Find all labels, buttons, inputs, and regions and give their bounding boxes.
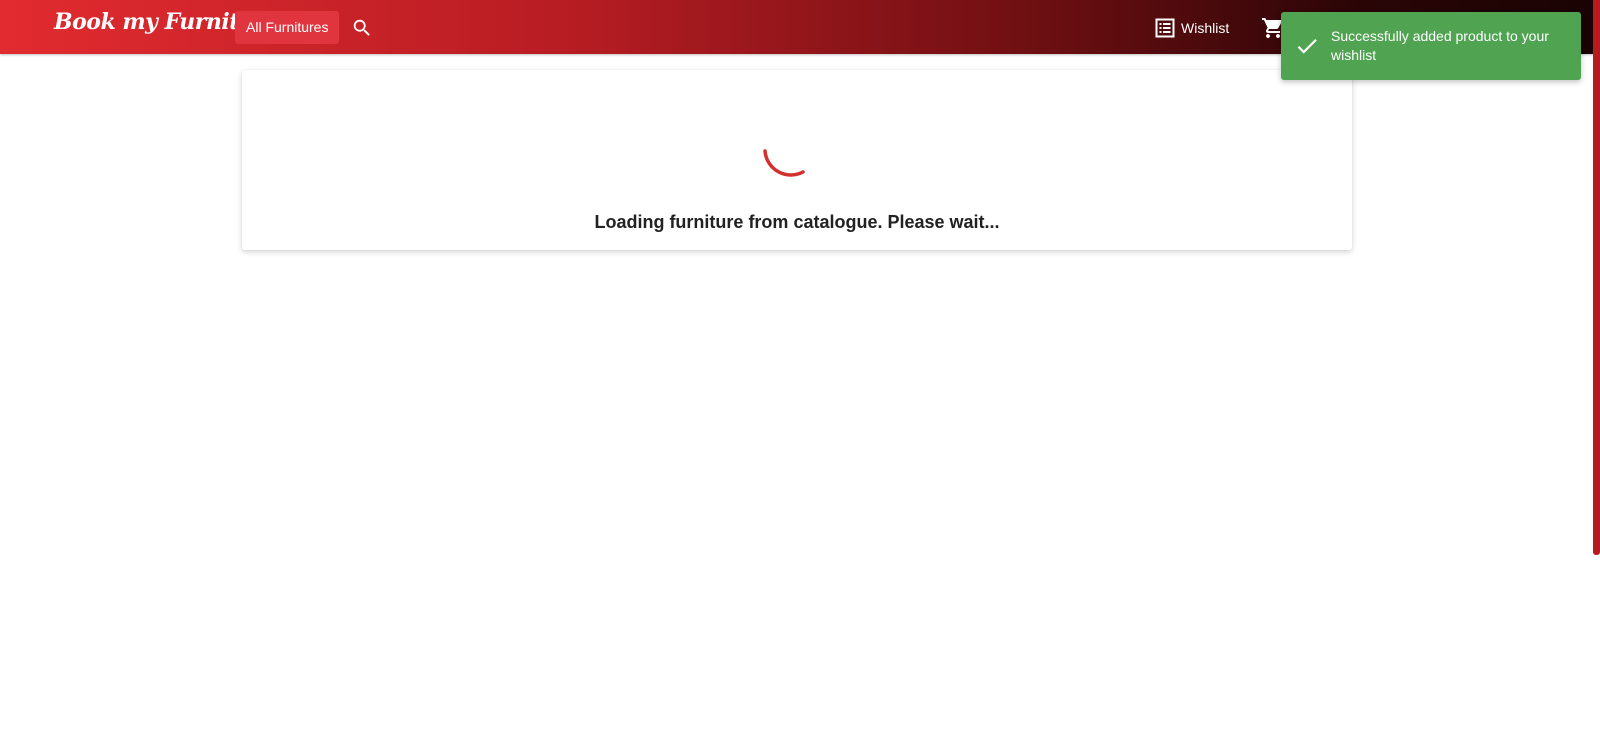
wishlist-link[interactable]: Wishlist (1155, 16, 1229, 40)
list-icon (1155, 18, 1175, 38)
search-icon (353, 19, 370, 36)
loading-spinner-icon (763, 149, 805, 177)
check-icon (1297, 39, 1317, 54)
search-button[interactable] (351, 17, 373, 39)
page: Book my Furniture All Furnitures Wishlis… (0, 0, 1600, 745)
loading-card: Loading furniture from catalogue. Please… (242, 70, 1352, 250)
loading-message: Loading furniture from catalogue. Please… (594, 212, 1000, 232)
toast-message: Successfully added product to your wishl… (1331, 28, 1549, 63)
all-furnitures-button[interactable]: All Furnitures (235, 11, 340, 44)
success-toast[interactable]: Successfully added product to your wishl… (1281, 12, 1581, 80)
scrollbar-thumb[interactable] (1593, 0, 1600, 555)
wishlist-label: Wishlist (1181, 20, 1230, 36)
